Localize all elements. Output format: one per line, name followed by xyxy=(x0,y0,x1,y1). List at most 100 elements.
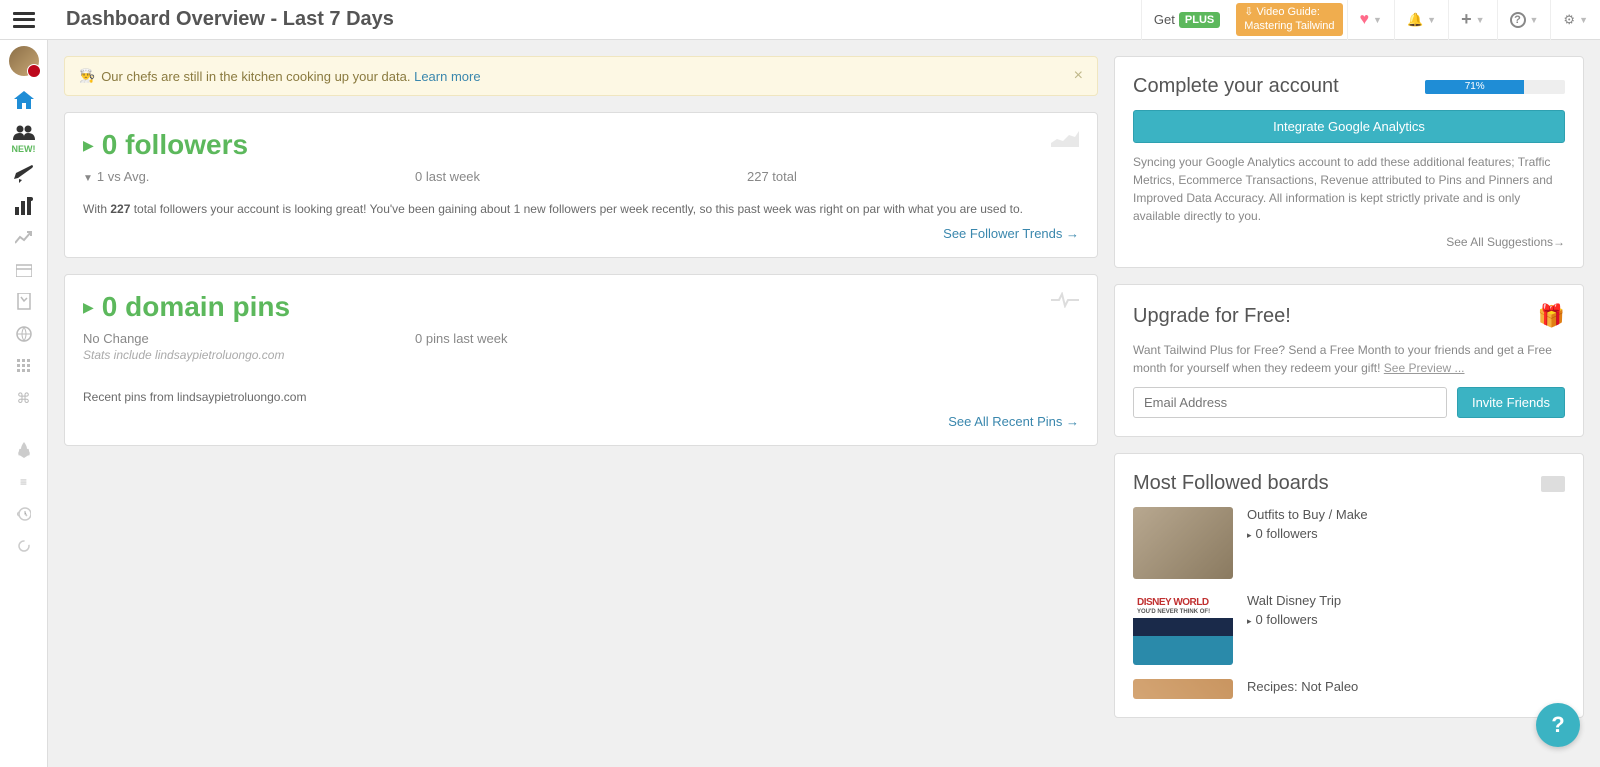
boards-title: Most Followed boards xyxy=(1133,472,1565,495)
followers-stats: ▼1 vs Avg. 0 last week 227 total xyxy=(83,169,1079,184)
side-column: Complete your account 71% Integrate Goog… xyxy=(1114,56,1584,734)
expand-icon: ▶ xyxy=(83,137,94,154)
followers-header[interactable]: ▶ 0 followers xyxy=(83,129,1079,161)
video-guide-line1: ⇩ Video Guide: xyxy=(1244,6,1334,19)
main-column: 👨‍🍳 Our chefs are still in the kitchen c… xyxy=(64,56,1098,734)
plus-icon: + xyxy=(1461,9,1472,30)
gift-icon: 🎁 xyxy=(1538,303,1565,329)
alert-learn-more-link[interactable]: Learn more xyxy=(414,69,480,84)
chevron-down-icon: ▼ xyxy=(1427,15,1436,25)
board-item[interactable]: Recipes: Not Paleo xyxy=(1133,679,1565,699)
stat-last-week: 0 last week xyxy=(415,169,747,184)
complete-account-title: Complete your account 71% xyxy=(1133,75,1565,98)
topbar-right: Get PLUS ⇩ Video Guide: Mastering Tailwi… xyxy=(1141,0,1600,39)
favorites-menu[interactable]: ♥▼ xyxy=(1347,0,1394,40)
help-fab-button[interactable]: ? xyxy=(1536,703,1580,747)
right-triangle-icon: ▸ xyxy=(1247,616,1252,626)
alert-close-button[interactable]: × xyxy=(1074,67,1083,85)
see-all-recent-pins-link[interactable]: See All Recent Pins → xyxy=(948,414,1079,429)
boards-grid-icon xyxy=(1541,476,1565,492)
chevron-down-icon: ▼ xyxy=(1579,15,1588,25)
info-alert: 👨‍🍳 Our chefs are still in the kitchen c… xyxy=(64,56,1098,96)
add-menu[interactable]: +▼ xyxy=(1448,0,1496,40)
nav-calendar[interactable] xyxy=(0,254,48,286)
integrate-ga-button[interactable]: Integrate Google Analytics xyxy=(1133,110,1565,143)
new-badge: NEW! xyxy=(12,144,36,154)
board-name: Walt Disney Trip xyxy=(1247,593,1565,608)
menu-toggle-button[interactable] xyxy=(0,0,48,40)
followers-description: With 227 total followers your account is… xyxy=(83,202,1079,216)
account-progress: 71% xyxy=(1425,80,1565,94)
alert-text: Our chefs are still in the kitchen cooki… xyxy=(101,69,410,84)
pinterest-badge-icon xyxy=(27,64,41,78)
down-triangle-icon: ▼ xyxy=(83,173,93,184)
nav-globe[interactable] xyxy=(0,318,48,350)
most-followed-boards-panel: Most Followed boards Outfits to Buy / Ma… xyxy=(1114,453,1584,718)
nav-history[interactable] xyxy=(0,498,48,530)
content: 👨‍🍳 Our chefs are still in the kitchen c… xyxy=(48,40,1600,750)
video-guide-button[interactable]: ⇩ Video Guide: Mastering Tailwind xyxy=(1236,3,1342,35)
followers-title: 0 followers xyxy=(102,129,248,161)
gear-icon: ⚙ xyxy=(1563,12,1575,28)
domain-pins-panel: ▶ 0 domain pins No Change Stats include … xyxy=(64,274,1098,446)
nav-trends[interactable] xyxy=(0,222,48,254)
nav-apps[interactable] xyxy=(0,350,48,382)
progress-bar: 71% xyxy=(1425,80,1524,94)
followers-panel: ▶ 0 followers ▼1 vs Avg. 0 last week 227… xyxy=(64,112,1098,258)
nav-link[interactable]: ⌘ xyxy=(0,382,48,414)
board-name: Outfits to Buy / Make xyxy=(1247,507,1565,522)
sidebar: NEW! ⌘ ≡ xyxy=(0,40,48,767)
board-item[interactable]: Walt Disney Trip ▸0 followers xyxy=(1133,593,1565,665)
stat-pins-last-week: 0 pins last week xyxy=(415,331,747,362)
pins-stats: No Change Stats include lindsaypietroluo… xyxy=(83,331,1079,362)
page-title: Dashboard Overview - Last 7 Days xyxy=(66,8,394,31)
topbar: Dashboard Overview - Last 7 Days Get PLU… xyxy=(0,0,1600,40)
stats-include-note: Stats include lindsaypietroluongo.com xyxy=(83,348,415,362)
see-follower-trends-link[interactable]: See Follower Trends → xyxy=(943,226,1079,241)
board-name: Recipes: Not Paleo xyxy=(1247,679,1565,694)
stat-no-change: No Change Stats include lindsaypietroluo… xyxy=(83,331,415,362)
nav-analytics[interactable] xyxy=(0,190,48,222)
see-all-suggestions-link[interactable]: See All Suggestions→ xyxy=(1446,235,1565,249)
board-followers: ▸0 followers xyxy=(1247,526,1565,541)
plus-badge: PLUS xyxy=(1179,12,1220,28)
complete-account-panel: Complete your account 71% Integrate Goog… xyxy=(1114,56,1584,268)
heart-icon: ♥ xyxy=(1360,11,1370,29)
see-preview-link[interactable]: See Preview ... xyxy=(1384,361,1465,375)
invite-email-input[interactable] xyxy=(1133,387,1447,418)
nav-refresh[interactable] xyxy=(0,530,48,562)
nav-home[interactable] xyxy=(0,84,48,116)
board-thumbnail xyxy=(1133,593,1233,665)
pulse-icon xyxy=(1051,291,1079,314)
upgrade-panel: Upgrade for Free! 🎁 Want Tailwind Plus f… xyxy=(1114,284,1584,437)
stat-vs-avg: ▼1 vs Avg. xyxy=(83,169,415,184)
board-thumbnail xyxy=(1133,507,1233,579)
upgrade-text: Want Tailwind Plus for Free? Send a Free… xyxy=(1133,341,1565,377)
right-triangle-icon: ▸ xyxy=(1247,530,1252,540)
domain-pins-title: 0 domain pins xyxy=(102,291,290,323)
upgrade-title: Upgrade for Free! 🎁 xyxy=(1133,303,1565,329)
user-avatar[interactable] xyxy=(9,46,39,76)
nav-trending[interactable] xyxy=(0,434,48,466)
chevron-down-icon: ▼ xyxy=(1373,15,1382,25)
video-guide-line2: Mastering Tailwind xyxy=(1244,20,1334,33)
settings-menu[interactable]: ⚙▼ xyxy=(1550,0,1600,40)
expand-icon: ▶ xyxy=(83,299,94,316)
chef-icon: 👨‍🍳 xyxy=(79,68,95,84)
invite-friends-button[interactable]: Invite Friends xyxy=(1457,387,1565,418)
domain-pins-header[interactable]: ▶ 0 domain pins xyxy=(83,291,1079,323)
chart-icon xyxy=(1051,129,1079,153)
stat-total: 227 total xyxy=(747,169,1079,184)
board-item[interactable]: Outfits to Buy / Make ▸0 followers xyxy=(1133,507,1565,579)
board-thumbnail xyxy=(1133,679,1233,699)
notifications-menu[interactable]: 🔔▼ xyxy=(1394,0,1448,40)
help-icon: ? xyxy=(1510,12,1526,28)
get-label: Get xyxy=(1154,12,1175,27)
chevron-down-icon: ▼ xyxy=(1476,15,1485,25)
get-plus-link[interactable]: Get PLUS xyxy=(1141,0,1232,40)
nav-insights[interactable] xyxy=(0,286,48,318)
nav-publish[interactable] xyxy=(0,158,48,190)
nav-list[interactable]: ≡ xyxy=(0,466,48,498)
help-menu[interactable]: ?▼ xyxy=(1497,0,1551,40)
recent-pins-label: Recent pins from lindsaypietroluongo.com xyxy=(83,390,1079,404)
